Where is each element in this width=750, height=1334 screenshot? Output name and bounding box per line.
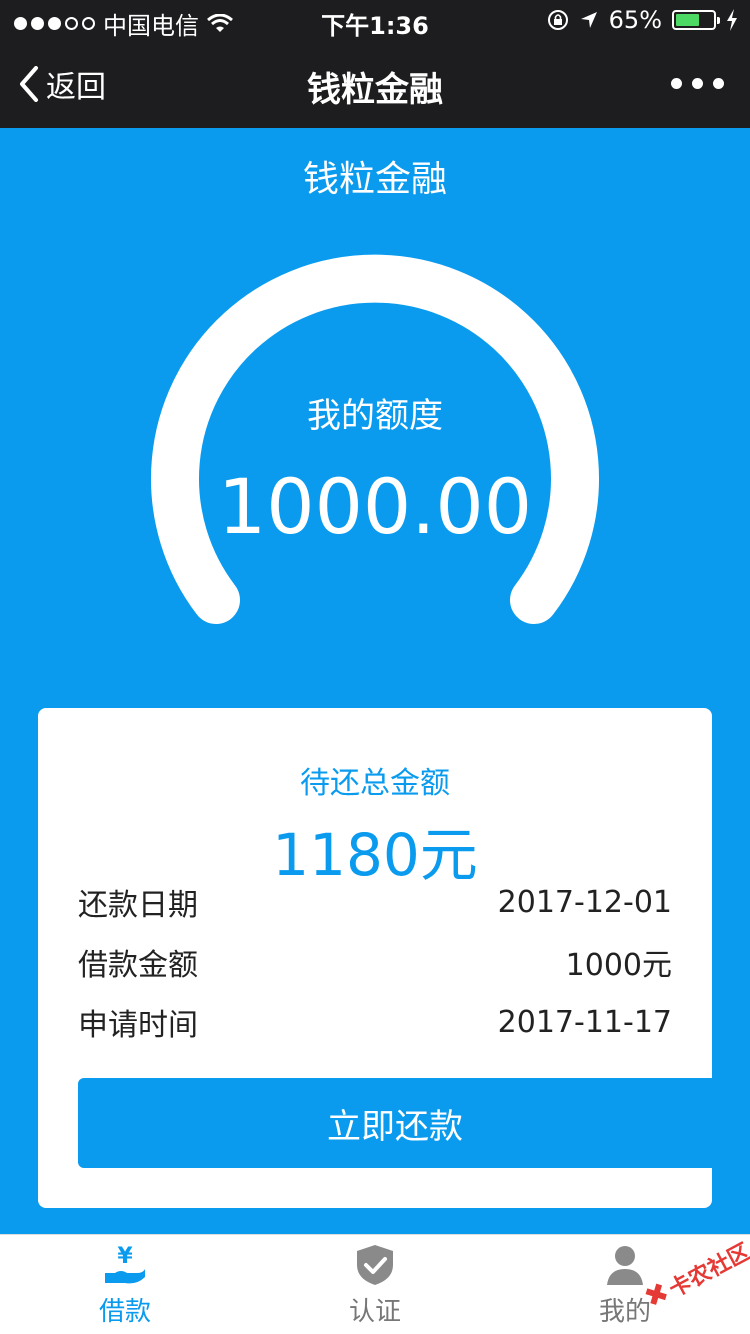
detail-value: 1000元 — [565, 948, 672, 983]
shield-check-icon — [357, 1245, 393, 1285]
due-total-label: 待还总金额 — [300, 766, 450, 801]
battery-icon — [672, 10, 720, 30]
nav-bar: 返回 钱粒金融 — [0, 40, 750, 128]
tab-label: 我的 — [598, 1297, 651, 1327]
quota-value: 1000.00 — [217, 462, 533, 551]
quota-label: 我的额度 — [307, 396, 443, 436]
battery-fill — [676, 14, 700, 26]
charging-bolt-icon — [727, 9, 737, 31]
more-dot — [692, 78, 703, 89]
detail-label: 还款日期 — [78, 888, 198, 923]
detail-row-repay-date: 还款日期 2017-12-01 — [78, 880, 672, 924]
repayment-card: 待还总金额 1180元 还款日期 2017-12-01 借款金额 1000元 申… — [38, 708, 712, 1208]
status-right: 65% — [547, 6, 738, 34]
detail-label: 申请时间 — [78, 1008, 198, 1043]
orientation-lock-icon — [547, 10, 568, 30]
more-dot — [671, 78, 682, 89]
tab-label: 借款 — [98, 1297, 151, 1327]
quota-gauge — [151, 254, 599, 624]
more-dot — [713, 78, 724, 89]
hero-title: 钱粒金融 — [302, 159, 447, 200]
loan-icon: ¥ — [105, 1244, 145, 1284]
svg-text:¥: ¥ — [117, 1244, 133, 1269]
tab-verify[interactable]: 认证 — [300, 1243, 450, 1328]
status-bar: 中国电信 下午1:36 65% — [0, 0, 750, 40]
gauge-arc — [151, 254, 599, 624]
nav-title: 钱粒金融 — [307, 70, 443, 110]
tab-loan[interactable]: ¥ 借款 — [50, 1243, 200, 1328]
tab-label: 认证 — [348, 1297, 401, 1327]
repay-now-button[interactable]: 立即还款 — [78, 1078, 712, 1168]
battery-percent: 65% — [608, 6, 662, 34]
location-arrow-icon — [580, 12, 597, 28]
detail-value: 2017-12-01 — [497, 884, 672, 920]
detail-value: 2017-11-17 — [497, 1004, 672, 1040]
more-options-icon[interactable] — [671, 78, 724, 89]
detail-label: 借款金额 — [78, 948, 198, 983]
detail-row-apply-time: 申请时间 2017-11-17 — [78, 1000, 672, 1044]
detail-row-loan-amount: 借款金额 1000元 — [78, 940, 672, 984]
